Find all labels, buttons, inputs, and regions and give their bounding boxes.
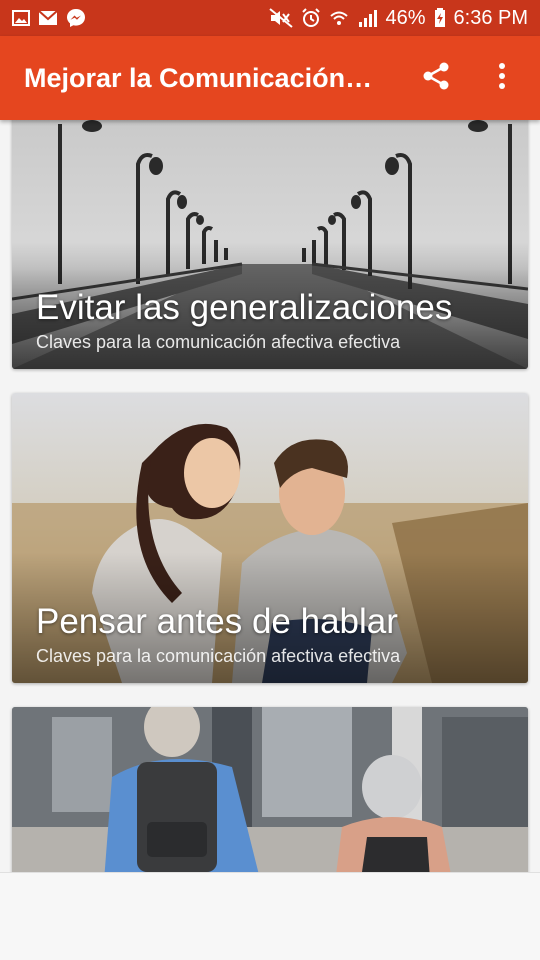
app-actions: [418, 60, 520, 96]
clock: 6:36 PM: [453, 7, 528, 29]
card-evitar-generalizaciones[interactable]: Evitar las generalizaciones Claves para …: [12, 120, 528, 369]
battery-charging-icon: [434, 8, 446, 28]
mute-icon: [269, 8, 294, 28]
card-title: Evitar las generalizaciones: [36, 287, 453, 327]
status-bar: 46% 6:36 PM: [0, 0, 540, 36]
card-caption: Pensar antes de hablar Claves para la co…: [36, 602, 512, 667]
card-elderly-couple[interactable]: [12, 707, 528, 872]
card-image-elderly-couple: [12, 707, 528, 872]
mail-icon: [38, 10, 58, 26]
battery-percent: 46%: [385, 7, 426, 29]
wifi-icon: [329, 8, 349, 28]
status-bar-left: [12, 8, 86, 28]
card-caption: Evitar las generalizaciones Claves para …: [36, 288, 512, 353]
signal-icon: [357, 8, 378, 28]
share-button[interactable]: [418, 60, 454, 96]
card-subtitle: Claves para la comunicación afectiva efe…: [36, 332, 401, 352]
card-pensar-antes-de-hablar[interactable]: Pensar antes de hablar Claves para la co…: [12, 393, 528, 683]
card-subtitle: Claves para la comunicación afectiva efe…: [36, 646, 401, 666]
messenger-icon: [66, 8, 86, 28]
bottom-area: [0, 872, 540, 960]
overflow-menu-button[interactable]: [484, 60, 520, 96]
app-bar: Mejorar la Comunicación…: [0, 36, 540, 120]
card-title: Pensar antes de hablar: [36, 601, 398, 641]
more-vert-icon: [498, 62, 506, 95]
alarm-icon: [301, 8, 321, 28]
image-icon: [12, 10, 30, 26]
app-title: Mejorar la Comunicación…: [24, 62, 373, 93]
share-icon: [421, 61, 451, 96]
card-list[interactable]: Evitar las generalizaciones Claves para …: [0, 120, 540, 872]
status-bar-right: 46% 6:36 PM: [269, 8, 528, 28]
